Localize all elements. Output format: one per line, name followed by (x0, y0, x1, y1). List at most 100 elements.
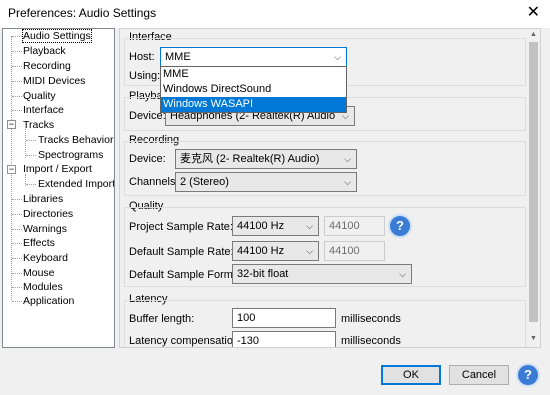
tree-item-recording[interactable]: Recording (23, 59, 71, 73)
tree-connector (12, 229, 22, 230)
collapse-icon[interactable]: − (7, 120, 16, 129)
tree-item-playback[interactable]: Playback (23, 44, 66, 58)
buffer-unit-label: milliseconds (341, 313, 401, 325)
project-rate-label: Project Sample Rate: (129, 221, 233, 233)
tree-item-application[interactable]: Application (23, 294, 74, 308)
host-option-wasapi[interactable]: Windows WASAPI (161, 97, 346, 112)
tree-connector (26, 184, 36, 185)
tree-item-interface[interactable]: Interface (23, 103, 64, 117)
tree-item-directories[interactable]: Directories (23, 207, 73, 221)
tree-item-label: Recording (23, 60, 71, 72)
latency-compensation-field[interactable]: -130 (232, 331, 336, 347)
host-select[interactable]: MME ⌵ (160, 47, 347, 67)
project-rate-select[interactable]: 44100 Hz ⌵ (232, 216, 319, 236)
tree-item-label: MIDI Devices (23, 75, 86, 87)
default-rate-value: 44100 Hz (237, 245, 285, 257)
tree-item-label: Interface (23, 104, 64, 116)
latency-compensation-label: Latency compensation: (129, 335, 243, 347)
tree-item-warnings[interactable]: Warnings (23, 222, 67, 236)
scroll-up-icon[interactable]: ▲ (529, 31, 538, 41)
tree-connector (25, 129, 26, 158)
default-rate-custom-field: 44100 (324, 241, 385, 261)
tree-item-label: Audio Settings (22, 29, 92, 43)
tree-connector (12, 287, 22, 288)
host-dropdown-list[interactable]: MME Windows DirectSound Windows WASAPI (160, 66, 347, 113)
project-rate-value: 44100 Hz (237, 220, 285, 232)
tree-item-extended-import[interactable]: Extended Import (38, 177, 115, 191)
tree-connector (26, 155, 36, 156)
chevron-down-icon: ⌵ (306, 221, 313, 231)
tree-item-effects[interactable]: Effects (23, 236, 55, 250)
tree-item-audio-settings[interactable]: Audio Settings (22, 29, 92, 43)
tree-connector (12, 214, 22, 215)
default-rate-label: Default Sample Rate: (129, 246, 234, 258)
tree-item-label: Keyboard (23, 252, 68, 264)
tree-connector (12, 273, 22, 274)
tree-item-libraries[interactable]: Libraries (23, 192, 63, 206)
host-label: Host: (129, 51, 155, 63)
chevron-down-icon: ⌵ (344, 154, 351, 164)
tree-connector (12, 66, 22, 67)
title-bar: Preferences: Audio Settings ✕ (0, 0, 550, 28)
recording-device-select[interactable]: 麦克风 (2- Realtek(R) Audio) ⌵ (175, 149, 357, 169)
channels-select[interactable]: 2 (Stereo) ⌵ (175, 172, 357, 192)
tree-connector (12, 243, 22, 244)
chevron-down-icon: ⌵ (306, 246, 313, 256)
recording-device-value: 麦克风 (2- Realtek(R) Audio) (180, 153, 320, 165)
close-icon[interactable]: ✕ (527, 4, 540, 22)
tree-item-tracks-behaviors[interactable]: Tracks Behaviors (38, 133, 114, 147)
cancel-button[interactable]: Cancel (449, 365, 509, 385)
ok-button[interactable]: OK (381, 365, 441, 385)
tree-item-label: Application (23, 295, 75, 307)
tree-connector (12, 199, 22, 200)
channels-value: 2 (Stereo) (180, 176, 229, 188)
preferences-dialog: Audio Settings Playback Recording MIDI D… (0, 28, 550, 395)
tree-item-keyboard[interactable]: Keyboard (23, 251, 68, 265)
scroll-down-icon[interactable]: ▼ (529, 335, 538, 345)
host-option-mme[interactable]: MME (161, 67, 346, 82)
tree-item-label: Extended Import (38, 178, 115, 190)
tree-item-label: Directories (23, 208, 74, 220)
tree-item-spectrograms[interactable]: Spectrograms (38, 148, 103, 162)
panel-scrollbar[interactable]: ▲ ▼ (528, 30, 539, 346)
host-option-directsound[interactable]: Windows DirectSound (161, 82, 346, 97)
help-icon[interactable]: ? (518, 365, 538, 385)
chevron-down-icon: ⌵ (399, 269, 406, 279)
channels-label: Channels: (129, 176, 179, 188)
collapse-icon[interactable]: − (7, 165, 16, 174)
tree-item-label: Playback (23, 45, 66, 57)
tree-item-label: Modules (23, 281, 63, 293)
tree-item-tracks[interactable]: Tracks (23, 118, 54, 132)
host-value: MME (165, 51, 191, 63)
help-icon[interactable]: ? (390, 216, 410, 236)
tree-item-label: Warnings (23, 223, 67, 235)
tree-connector (26, 140, 36, 141)
recording-device-label: Device: (129, 153, 166, 165)
sample-format-label: Default Sample Format: (129, 269, 246, 281)
latency-unit-label: milliseconds (341, 335, 401, 347)
tree-connector (12, 81, 22, 82)
tree-item-label: Mouse (23, 267, 55, 279)
tree-item-label: Import / Export (23, 163, 92, 175)
category-tree[interactable]: Audio Settings Playback Recording MIDI D… (2, 28, 115, 348)
chevron-down-icon: ⌵ (334, 52, 341, 62)
sample-format-select[interactable]: 32-bit float ⌵ (232, 264, 412, 284)
window-title: Preferences: Audio Settings (8, 6, 157, 20)
buffer-length-field[interactable]: 100 (232, 308, 336, 328)
chevron-down-icon: ⌵ (344, 177, 351, 187)
tree-item-midi-devices[interactable]: MIDI Devices (23, 74, 85, 88)
tree-item-label: Effects (23, 237, 55, 249)
default-rate-select[interactable]: 44100 Hz ⌵ (232, 241, 319, 261)
tree-item-quality[interactable]: Quality (23, 89, 56, 103)
tree-item-mouse[interactable]: Mouse (23, 266, 55, 280)
tree-item-label: Tracks (23, 119, 55, 131)
tree-item-label: Spectrograms (38, 149, 104, 161)
tree-connector (12, 258, 22, 259)
tree-connector (12, 36, 22, 37)
using-label: Using: (129, 70, 161, 82)
tree-item-import-export[interactable]: Import / Export (23, 162, 92, 176)
tree-connector (12, 110, 22, 111)
tree-connector (12, 301, 22, 302)
scrollbar-thumb[interactable] (529, 42, 538, 322)
tree-item-modules[interactable]: Modules (23, 280, 63, 294)
